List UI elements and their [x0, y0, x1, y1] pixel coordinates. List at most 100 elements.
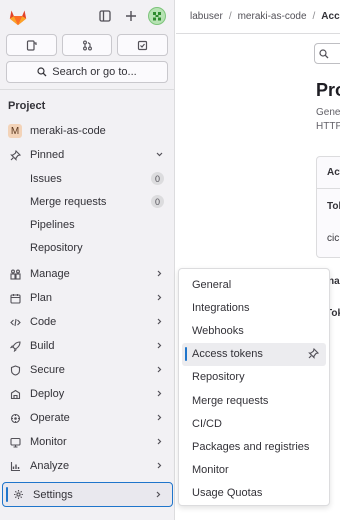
tokens-card: Act Tok cic	[316, 156, 340, 258]
pinned-item-pipelines[interactable]: Pipelines	[0, 213, 174, 236]
plan-icon	[8, 293, 22, 304]
chevron-right-icon	[155, 437, 164, 449]
nav-label: Plan	[30, 292, 53, 304]
breadcrumb-separator: /	[228, 11, 232, 22]
sidebar-toggle-icon[interactable]	[96, 7, 114, 25]
chart-icon	[8, 461, 22, 472]
flyout-item-access-tokens[interactable]: Access tokens	[182, 342, 326, 366]
rocket-icon	[8, 340, 22, 352]
flyout-item-repository[interactable]: Repository	[179, 366, 329, 389]
project-name: meraki-as-code	[30, 125, 106, 137]
search-label: Search or go to...	[52, 66, 137, 78]
nav-item-analyze[interactable]: Analyze	[0, 454, 174, 478]
nav-label: Settings	[33, 488, 73, 501]
deploy-icon	[8, 389, 22, 400]
flyout-item-merge-requests[interactable]: Merge requests	[179, 389, 329, 412]
gear-icon	[11, 489, 25, 500]
project-avatar: M	[8, 124, 22, 138]
table-cell: cic	[327, 233, 340, 244]
divider	[0, 89, 174, 90]
card-header: Act	[317, 157, 340, 189]
search-icon	[37, 67, 47, 77]
flyout-item-packages-registries[interactable]: Packages and registries	[179, 435, 329, 458]
chevron-right-icon	[155, 269, 164, 281]
breadcrumb-user[interactable]: labuser	[190, 11, 223, 22]
flyout-item-usage-quotas[interactable]: Usage Quotas	[179, 482, 329, 505]
nav-label: Build	[30, 340, 55, 352]
monitor-icon	[8, 437, 22, 448]
pinned-label: Pinned	[30, 149, 65, 161]
settings-search-input[interactable]	[314, 43, 340, 64]
nav-item-settings[interactable]: Settings	[2, 482, 173, 507]
settings-flyout-menu: General Integrations Webhooks Access tok…	[178, 268, 330, 506]
nav-item-deploy[interactable]: Deploy	[0, 382, 174, 406]
nav-item-code[interactable]: Code	[0, 310, 174, 334]
description-line: HTTP	[316, 121, 340, 132]
user-avatar[interactable]	[148, 7, 166, 25]
pinned-item-label: Pipelines	[30, 218, 75, 231]
chevron-right-icon	[155, 293, 164, 305]
nav-item-secure[interactable]: Secure	[0, 358, 174, 382]
flyout-item-integrations[interactable]: Integrations	[179, 296, 329, 319]
flyout-item-monitor[interactable]: Monitor	[179, 459, 329, 482]
project-link[interactable]: M meraki-as-code	[0, 119, 174, 143]
search-button[interactable]: Search or go to...	[6, 61, 168, 83]
nav-item-build[interactable]: Build	[0, 334, 174, 358]
flyout-item-label: Access tokens	[192, 348, 263, 361]
nav-label: Operate	[30, 412, 70, 424]
chevron-right-icon	[155, 341, 164, 353]
chevron-right-icon	[154, 490, 163, 502]
nav-item-operate[interactable]: Operate	[0, 406, 174, 430]
chevron-right-icon	[155, 413, 164, 425]
nav-item-plan[interactable]: Plan	[0, 286, 174, 310]
page-description: Gene HTTP	[316, 106, 340, 134]
gitlab-logo-icon[interactable]	[8, 8, 28, 26]
chevron-right-icon	[155, 389, 164, 401]
chevron-right-icon	[155, 365, 164, 377]
page-title: Pro	[316, 80, 340, 100]
issues-icon	[26, 39, 37, 51]
count-badge: 0	[151, 195, 164, 208]
plus-icon[interactable]	[122, 7, 140, 25]
merge-requests-button[interactable]	[61, 34, 113, 56]
shield-icon	[8, 364, 22, 376]
pinned-item-repository[interactable]: Repository	[0, 236, 174, 259]
pinned-item-label: Issues	[30, 172, 62, 185]
nav-item-manage[interactable]: Manage	[0, 262, 174, 286]
sidebar: Search or go to... Project M meraki-as-c…	[0, 0, 175, 520]
flyout-item-ci-cd[interactable]: CI/CD	[179, 412, 329, 435]
pin-icon	[8, 149, 22, 161]
merge-request-icon	[82, 40, 92, 50]
nav-label: Deploy	[30, 388, 65, 400]
todo-button[interactable]	[117, 34, 169, 56]
nav-label: Secure	[30, 364, 65, 376]
flyout-item-general[interactable]: General	[179, 273, 329, 296]
manage-icon	[8, 269, 22, 280]
sidebar-header	[0, 0, 174, 34]
breadcrumb-separator: /	[312, 11, 316, 22]
pinned-item-issues[interactable]: Issues 0	[0, 167, 174, 190]
pinned-item-label: Repository	[30, 241, 83, 254]
count-badge: 0	[151, 172, 164, 185]
flyout-item-webhooks[interactable]: Webhooks	[179, 319, 329, 342]
table-header: Tok	[327, 201, 340, 212]
breadcrumb-current[interactable]: Access	[321, 11, 340, 22]
section-title: Project	[8, 100, 46, 112]
nav-label: Code	[30, 316, 57, 328]
active-indicator	[6, 487, 8, 502]
pinned-item-merge-requests[interactable]: Merge requests 0	[0, 190, 174, 213]
chevron-right-icon	[155, 461, 164, 473]
active-indicator	[185, 346, 187, 361]
chevron-right-icon	[155, 317, 164, 329]
todo-icon	[138, 40, 148, 50]
description-line: Gene	[316, 107, 340, 118]
issues-button[interactable]	[6, 34, 57, 56]
pinned-item-label: Merge requests	[30, 195, 107, 208]
pin-icon[interactable]	[308, 347, 320, 362]
breadcrumb-project[interactable]: meraki-as-code	[238, 11, 307, 22]
nav-item-monitor[interactable]: Monitor	[0, 430, 174, 454]
pinned-toggle[interactable]: Pinned	[0, 143, 174, 167]
breadcrumb: labuser / meraki-as-code / Access	[176, 0, 340, 34]
nav-label: Monitor	[30, 436, 67, 448]
search-icon	[319, 48, 329, 58]
